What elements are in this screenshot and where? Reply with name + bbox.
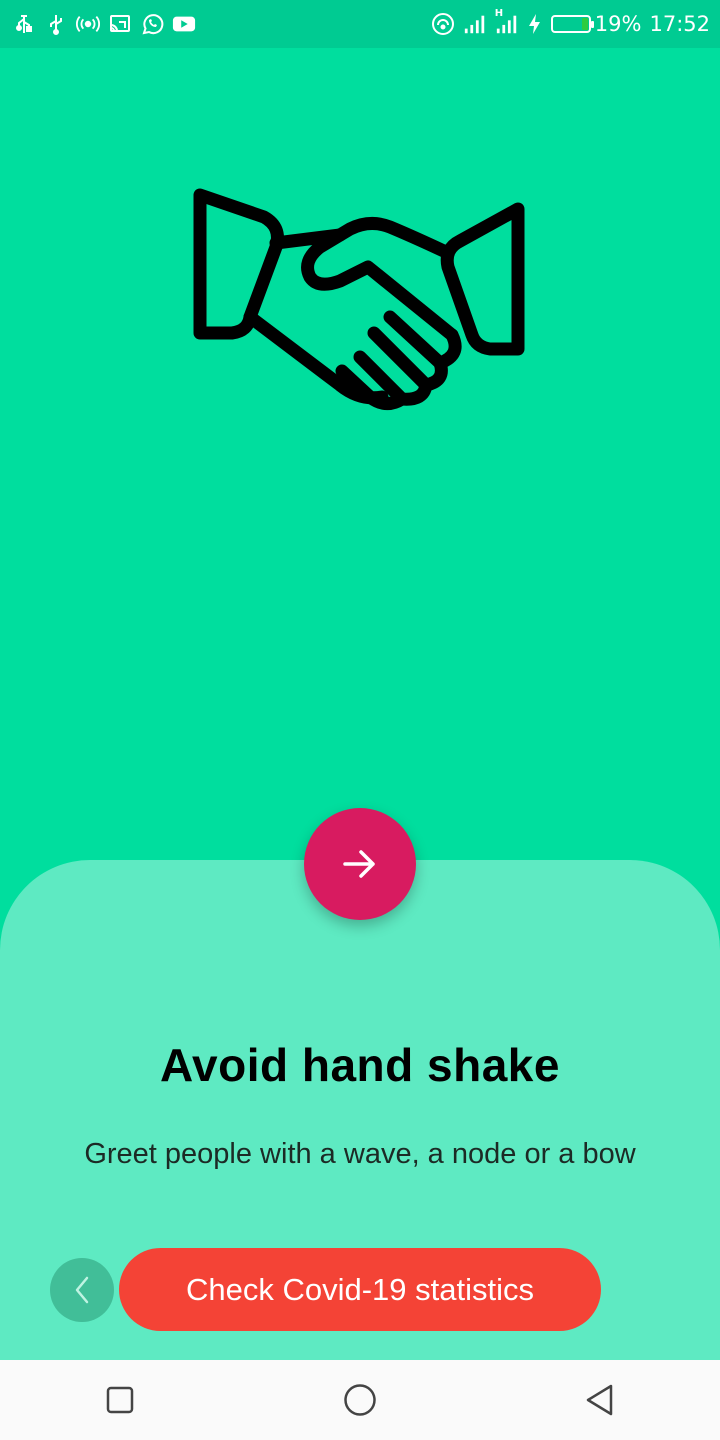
signal-icon [463, 12, 487, 36]
back-icon [584, 1383, 616, 1417]
status-bar: H 19% 17:52 [0, 0, 720, 48]
check-statistics-button[interactable]: Check Covid-19 statistics [119, 1248, 601, 1331]
back-button[interactable] [560, 1360, 640, 1440]
arrow-right-icon [341, 845, 379, 883]
previous-button[interactable] [50, 1258, 114, 1322]
battery-percentage: 19% [594, 12, 642, 36]
signal-h-icon: H [495, 8, 519, 36]
hotspot-icon [76, 12, 100, 36]
page-title: Avoid hand shake [160, 1039, 560, 1091]
home-button[interactable] [320, 1360, 400, 1440]
home-icon [343, 1383, 377, 1417]
recents-icon [105, 1385, 135, 1415]
handshake-icon [190, 185, 530, 415]
chevron-left-icon [71, 1274, 93, 1306]
clock: 17:52 [649, 12, 710, 36]
page-subtitle: Greet people with a wave, a node or a bo… [84, 1138, 636, 1170]
usb-icon [44, 12, 68, 36]
youtube-icon [172, 12, 196, 36]
whatsapp-icon [140, 12, 164, 36]
usb-debug-icon [12, 12, 36, 36]
battery-icon [550, 15, 594, 33]
battery-level-fill [581, 18, 588, 30]
recents-button[interactable] [80, 1360, 160, 1440]
status-system-icons: H 19% 17:52 [431, 8, 710, 36]
wifi-icon [431, 12, 455, 36]
status-notification-icons [12, 12, 196, 36]
charging-icon [527, 12, 543, 36]
cast-icon [108, 12, 132, 36]
network-type-label: H [494, 8, 504, 19]
next-button[interactable] [304, 808, 416, 920]
system-navigation-bar [0, 1360, 720, 1440]
